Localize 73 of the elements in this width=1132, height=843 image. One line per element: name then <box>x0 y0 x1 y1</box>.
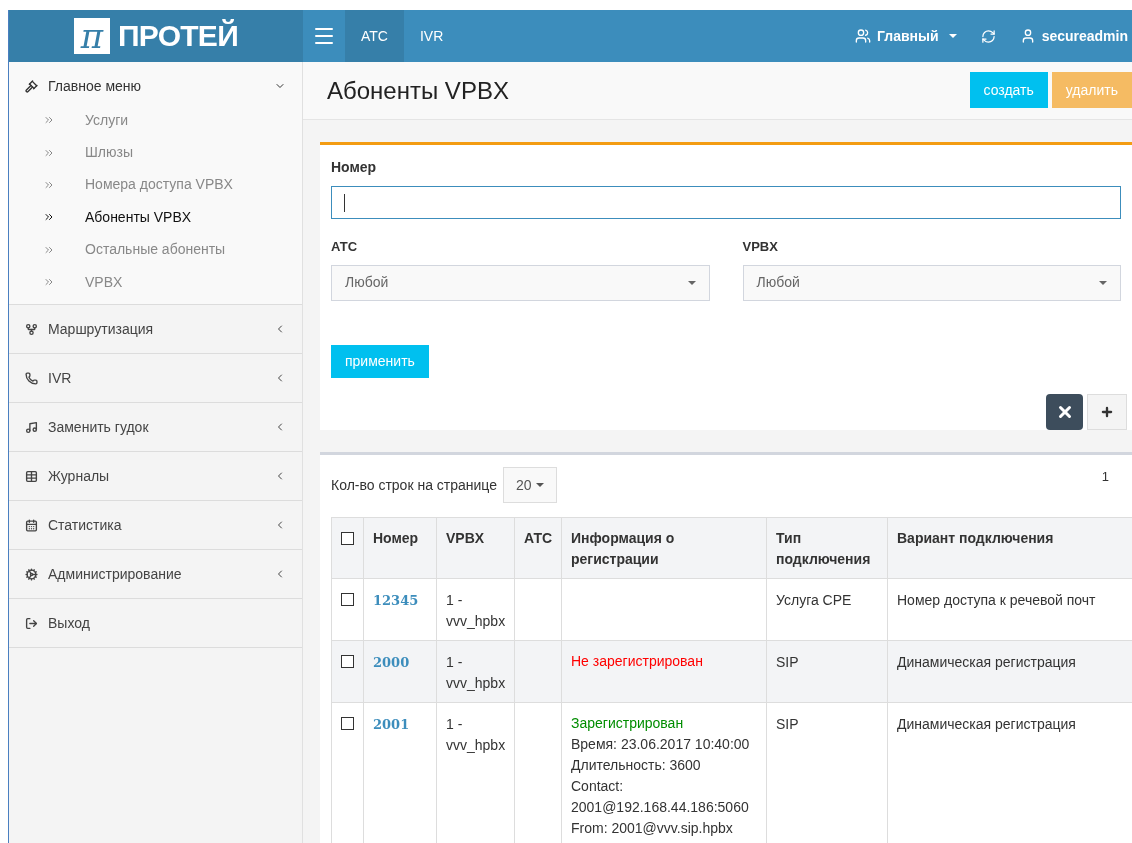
sidebar-item[interactable]: Выход <box>9 599 302 648</box>
caret-icon <box>948 34 957 38</box>
column-header: Вариант подключения <box>887 517 1132 579</box>
submenu-item[interactable]: Остальные абоненты <box>9 233 302 266</box>
select-field[interactable]: Любой <box>331 264 710 301</box>
logo-mark: π <box>74 18 111 54</box>
number-link[interactable]: 2001 <box>373 717 410 732</box>
field-label: Номер <box>331 158 378 177</box>
users-icon <box>855 28 872 44</box>
table-cell: 1 - vvv_hpbx <box>446 654 506 691</box>
nav-tab[interactable]: АТС <box>345 10 404 62</box>
number-link[interactable]: 2000 <box>373 655 410 670</box>
fork-icon <box>25 322 38 336</box>
group-dropdown[interactable]: Главный <box>843 10 969 62</box>
user-dropdown[interactable]: secureadmin <box>1007 10 1132 62</box>
page-size-dropdown[interactable]: 20 <box>503 467 557 503</box>
caret-icon <box>535 483 544 487</box>
caret-icon <box>1099 280 1107 285</box>
registration-detail: Длительность: 3600 <box>571 756 702 775</box>
page-number[interactable]: 1 <box>1101 467 1109 487</box>
logo-text: ПРОТЕЙ <box>118 21 238 51</box>
submenu-item[interactable]: Шлюзы <box>9 136 302 169</box>
refresh-icon <box>980 28 996 44</box>
registration-status: Зарегистрирован <box>571 714 685 733</box>
caret-icon <box>687 280 696 285</box>
select-all-checkbox[interactable] <box>341 532 354 545</box>
submenu-item[interactable]: Абоненты VPBX <box>9 201 302 234</box>
sidebar-item[interactable]: IVR <box>9 354 302 403</box>
registration-detail: Contact: 2001@192.168.44.186:5060 <box>571 777 750 817</box>
registration-detail: From: 2001@vvv.sip.hpbx <box>571 819 734 838</box>
table-cell: Номер доступа к речевой почт <box>897 592 1096 608</box>
registration-status: Не зарегистрирован <box>571 652 704 671</box>
column-header: Информация о регистрации <box>561 517 767 579</box>
table-cell: Динамическая регистрация <box>897 654 1076 670</box>
column-header: Тип подключения <box>766 517 888 579</box>
page-title: Абоненты VPBX <box>327 75 510 106</box>
add-button[interactable] <box>1087 394 1127 430</box>
sidebar-item[interactable]: Администрирование <box>9 550 302 599</box>
column-header: VPBX <box>436 517 515 579</box>
page-size-label: Кол-во строк на странице <box>331 475 497 495</box>
select-field[interactable]: Любой <box>742 264 1121 301</box>
plus-icon <box>1100 405 1114 419</box>
table-cell: SIP <box>776 654 799 670</box>
column-header: Номер <box>363 517 437 579</box>
checkbox[interactable] <box>341 593 354 606</box>
nav-tab[interactable]: IVR <box>403 10 460 62</box>
table-cell: 1 - vvv_hpbx <box>446 592 506 629</box>
number-input[interactable] <box>331 186 1121 220</box>
music-note-icon <box>25 420 38 434</box>
table-cell: Динамическая регистрация <box>897 716 1076 732</box>
table-cell: 1 - vvv_hpbx <box>446 716 506 753</box>
logout-icon <box>25 616 38 630</box>
sidebar-item[interactable]: Маршрутизация <box>9 305 302 354</box>
table-cell: Услуга CPE <box>776 592 852 608</box>
gear-icon <box>25 567 38 581</box>
sidebar-item[interactable]: Журналы <box>9 452 302 501</box>
column-header: АТС <box>514 517 562 579</box>
clear-button[interactable] <box>1046 394 1083 430</box>
submenu-item[interactable]: VPBX <box>9 265 302 299</box>
number-link[interactable]: 12345 <box>373 593 419 608</box>
submenu-item[interactable]: Номера доступа VPBX <box>9 168 302 202</box>
sidebar-item[interactable]: Статистика <box>9 501 302 550</box>
table-cell: SIP <box>776 716 799 732</box>
checkbox[interactable] <box>341 655 354 668</box>
field-label: АТС <box>331 238 359 257</box>
sidebar-item[interactable]: Заменить гудок <box>9 403 302 452</box>
calendar-icon <box>25 518 38 532</box>
field-label: VPBX <box>742 238 779 257</box>
gavel-icon <box>25 79 38 93</box>
checkbox[interactable] <box>341 717 354 730</box>
registration-detail: Время: 23.06.2017 10:40:00 <box>571 735 751 754</box>
table-icon <box>25 469 38 483</box>
phone-icon <box>25 371 38 385</box>
